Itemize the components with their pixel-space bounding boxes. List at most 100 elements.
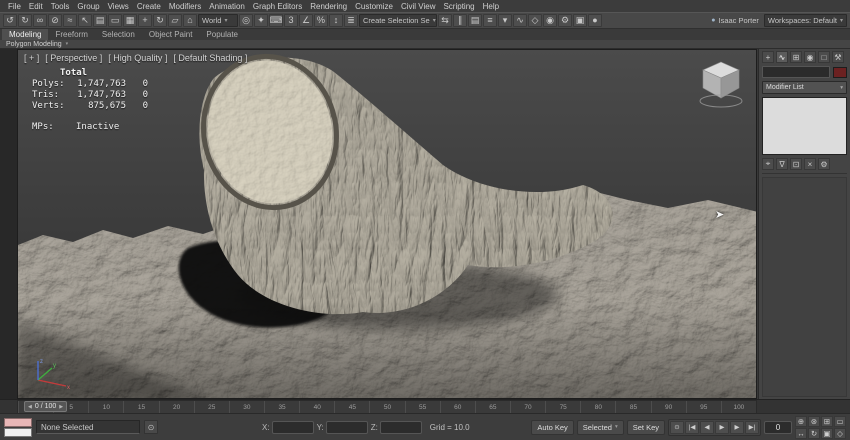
play-animation-button[interactable]: ▶ (715, 421, 729, 434)
next-frame-button[interactable]: ▶ (730, 421, 744, 434)
menu-item[interactable]: Scripting (439, 2, 478, 11)
set-key-button[interactable]: Set Key (627, 420, 665, 435)
ribbon-tab[interactable]: Selection (95, 29, 142, 40)
select-by-name-icon[interactable]: ▤ (93, 14, 107, 27)
previous-frame-button[interactable]: ◀ (700, 421, 714, 434)
viewport-label[interactable]: [ Perspective ] (45, 53, 102, 63)
coordinate-input[interactable] (326, 421, 368, 434)
menu-item[interactable]: Create (133, 2, 165, 11)
menu-item[interactable]: Group (73, 2, 103, 11)
keyboard-shortcut-override-icon[interactable]: ⌨ (269, 14, 283, 27)
zoom-extents-icon[interactable]: ⊞ (821, 416, 833, 427)
configure-modifier-sets-button[interactable]: ⚙ (818, 158, 830, 170)
render-setup-icon[interactable]: ⚙ (558, 14, 572, 27)
maximize-viewport-toggle-icon[interactable]: ▣ (821, 428, 833, 439)
ribbon-tab[interactable]: Object Paint (142, 29, 200, 40)
viewport-label[interactable]: [ Default Shading ] (173, 53, 247, 63)
viewcube[interactable] (698, 58, 744, 110)
percent-snap-toggle-icon[interactable]: % (314, 14, 328, 27)
align-icon[interactable]: ∥ (453, 14, 467, 27)
previous-frame-arrow-icon[interactable]: ◀ (28, 404, 32, 410)
coordinate-input[interactable] (272, 421, 314, 434)
menu-item[interactable]: Civil View (397, 2, 440, 11)
pan-view-icon[interactable]: ↔ (795, 428, 807, 439)
ribbon-panel-bar[interactable]: Polygon Modeling ▾ (0, 40, 850, 49)
menu-item[interactable]: Tools (47, 2, 74, 11)
toggle-ribbon-icon[interactable]: ▾ (498, 14, 512, 27)
field-of-view-icon[interactable]: ◇ (834, 428, 846, 439)
modifier-stack-list[interactable] (762, 97, 847, 155)
select-and-manipulate-icon[interactable]: ✦ (254, 14, 268, 27)
menu-item[interactable]: Animation (205, 2, 249, 11)
go-to-end-button[interactable]: ▶| (745, 421, 759, 434)
unlink-selection-icon[interactable]: ⊘ (48, 14, 62, 27)
viewport-label[interactable]: [ High Quality ] (108, 53, 167, 63)
zoom-icon[interactable]: ⊕ (795, 416, 807, 427)
select-object-icon[interactable]: ↖ (78, 14, 92, 27)
current-frame-field[interactable]: 0 (764, 421, 792, 434)
timeline-ruler[interactable]: 0510152025303540455055606570758085909510… (17, 400, 757, 414)
menu-item[interactable]: Customize (351, 2, 397, 11)
selection-set-key-dropdown[interactable]: Selected ▾ (577, 420, 624, 435)
menu-item[interactable]: Edit (25, 2, 47, 11)
key-mode-toggle-button[interactable]: ⊙ (670, 421, 684, 434)
select-and-move-icon[interactable]: + (138, 14, 152, 27)
time-slider-handle[interactable]: ◀ 0 / 100 ▶ (24, 401, 67, 412)
menu-item[interactable]: Modifiers (165, 2, 205, 11)
rectangular-selection-region-icon[interactable]: ▭ (108, 14, 122, 27)
modify-panel-tab[interactable]: ∿ (776, 51, 788, 63)
workspaces-dropdown[interactable]: Workspaces: Default ▾ (764, 14, 847, 27)
user-account-menu[interactable]: ● Isaac Porter (711, 16, 759, 25)
maxscript-listener-field[interactable] (4, 428, 32, 437)
ribbon-tab[interactable]: Modeling (2, 29, 48, 40)
named-selection-set-dropdown[interactable]: Create Selection Se ▾ (359, 14, 437, 27)
select-and-link-icon[interactable]: ∞ (33, 14, 47, 27)
menu-item[interactable]: Views (104, 2, 133, 11)
snaps-toggle-icon[interactable]: 3 (284, 14, 298, 27)
perspective-viewport[interactable]: [ + ] [ Perspective ] [ High Quality ] [ De… (17, 49, 757, 399)
select-and-place-icon[interactable]: ⌂ (183, 14, 197, 27)
menu-item[interactable]: File (4, 2, 25, 11)
ribbon-tab[interactable]: Freeform (48, 29, 94, 40)
object-color-swatch[interactable] (833, 67, 847, 78)
utilities-panel-tab[interactable]: ⚒ (832, 51, 844, 63)
show-end-result-button[interactable]: ∇ (776, 158, 788, 170)
orbit-view-icon[interactable]: ↻ (808, 428, 820, 439)
motion-panel-tab[interactable]: ◉ (804, 51, 816, 63)
curve-editor-icon[interactable]: ∿ (513, 14, 527, 27)
display-panel-tab[interactable]: □ (818, 51, 830, 63)
selection-lock-toggle[interactable]: ⊙ (144, 420, 158, 434)
menu-item[interactable]: Help (479, 2, 503, 11)
redo-icon[interactable]: ↻ (18, 14, 32, 27)
go-to-start-button[interactable]: |◀ (685, 421, 699, 434)
zoom-all-icon[interactable]: ⊛ (808, 416, 820, 427)
viewport-label[interactable]: [ + ] (24, 53, 39, 63)
menu-item[interactable]: Rendering (306, 2, 351, 11)
bind-to-space-warp-icon[interactable]: ≈ (63, 14, 77, 27)
maxscript-macro-recorder-field[interactable] (4, 418, 32, 427)
next-frame-arrow-icon[interactable]: ▶ (59, 404, 63, 410)
edit-named-selection-sets-icon[interactable]: ≣ (344, 14, 358, 27)
remove-modifier-button[interactable]: × (804, 158, 816, 170)
spinner-snap-toggle-icon[interactable]: ↕ (329, 14, 343, 27)
coordinate-input[interactable] (380, 421, 422, 434)
modifier-list-dropdown[interactable]: Modifier List ▾ (762, 81, 847, 94)
select-and-rotate-icon[interactable]: ↻ (153, 14, 167, 27)
toggle-layer-explorer-icon[interactable]: ≡ (483, 14, 497, 27)
render-production-icon[interactable]: ● (588, 14, 602, 27)
ribbon-tab[interactable]: Populate (199, 29, 245, 40)
material-editor-icon[interactable]: ◉ (543, 14, 557, 27)
angle-snap-toggle-icon[interactable]: ∠ (299, 14, 313, 27)
pin-stack-button[interactable]: ⌖ (762, 158, 774, 170)
toggle-scene-explorer-icon[interactable]: ▤ (468, 14, 482, 27)
use-pivot-point-center-icon[interactable]: ◎ (239, 14, 253, 27)
create-panel-tab[interactable]: + (762, 51, 774, 63)
hierarchy-panel-tab[interactable]: ⊞ (790, 51, 802, 63)
auto-key-button[interactable]: Auto Key (531, 420, 573, 435)
rollout-area[interactable] (762, 177, 847, 397)
menu-item[interactable]: Graph Editors (249, 2, 306, 11)
zoom-region-icon[interactable]: ▭ (834, 416, 846, 427)
select-and-scale-icon[interactable]: ▱ (168, 14, 182, 27)
undo-icon[interactable]: ↺ (3, 14, 17, 27)
mirror-icon[interactable]: ⇆ (438, 14, 452, 27)
